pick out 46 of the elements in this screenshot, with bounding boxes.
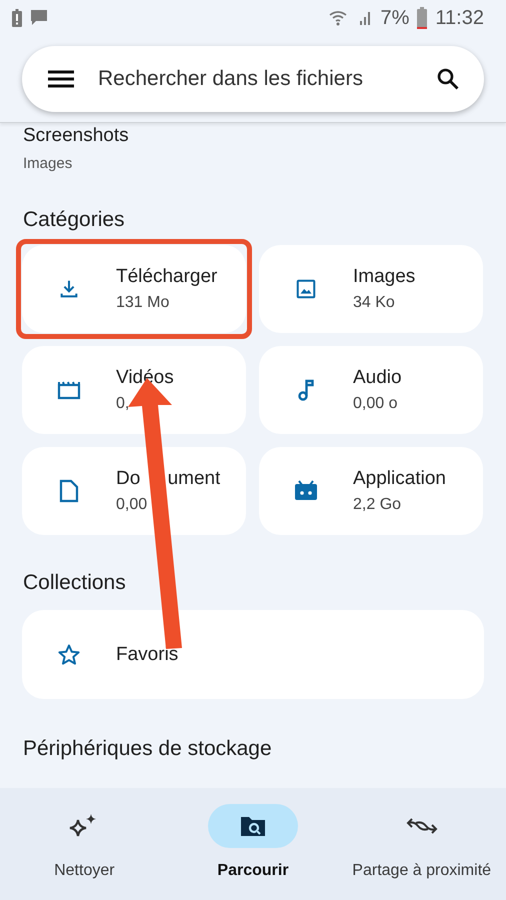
collection-title: Favoris xyxy=(116,644,178,666)
section-heading: Périphériques de stockage xyxy=(22,737,273,761)
menu-icon[interactable] xyxy=(48,70,74,88)
wifi-icon xyxy=(328,9,347,27)
category-size: 131 Mo xyxy=(116,294,170,312)
category-size: 34 Ko xyxy=(353,294,396,312)
category-title: Images xyxy=(353,266,416,288)
category-card[interactable]: Audio 0,00 o xyxy=(259,346,483,434)
android-icon xyxy=(293,480,319,502)
category-card[interactable]: Vidéos 0, xyxy=(22,346,246,434)
nav-tab[interactable]: Parcourir xyxy=(168,788,338,900)
document-icon xyxy=(59,479,79,503)
download-icon xyxy=(58,278,80,300)
battery-alert-icon xyxy=(12,9,22,27)
clock: 11:32 xyxy=(435,6,484,30)
category-card[interactable]: Application 2,2 Go xyxy=(259,447,483,535)
category-size: 0,00 xyxy=(116,496,148,514)
nav-tab[interactable]: Nettoyer xyxy=(0,788,169,900)
battery-percent: 7% xyxy=(380,6,410,30)
category-title: Audio xyxy=(353,367,402,389)
category-card[interactable]: Télécharger 131 Mo xyxy=(22,245,246,333)
image-icon xyxy=(295,278,317,300)
search-field[interactable]: Rechercher dans les fichiers xyxy=(96,66,414,92)
category-size: 0, xyxy=(116,395,130,413)
category-title: Do ument xyxy=(116,468,220,490)
category-title: Vidéos xyxy=(116,367,174,389)
section-heading: Catégories xyxy=(22,208,126,232)
folder-subtitle: Images xyxy=(23,155,74,172)
category-card[interactable]: Images 34 Ko xyxy=(259,245,483,333)
folder-title[interactable]: Screenshots xyxy=(23,125,483,147)
category-size: 0,00 o xyxy=(353,395,398,413)
category-title: Télécharger xyxy=(116,266,218,288)
nav-tab[interactable]: Partage à proximité xyxy=(337,788,506,900)
category-size: 2,2 Go xyxy=(353,496,402,514)
section-heading: Collections xyxy=(22,571,127,595)
clapperboard-icon xyxy=(57,379,81,401)
category-title: Application xyxy=(353,468,446,490)
battery-icon xyxy=(417,7,428,29)
star-icon xyxy=(57,642,81,666)
search-bar[interactable]: Rechercher dans les fichiers xyxy=(22,46,484,112)
music-note-icon xyxy=(297,378,315,402)
category-card[interactable]: Do ument 0,00 xyxy=(22,447,246,535)
message-icon xyxy=(30,9,48,27)
search-icon[interactable] xyxy=(436,67,460,91)
nearby-share-icon xyxy=(406,817,438,835)
collection-card[interactable]: Favoris xyxy=(22,610,484,699)
